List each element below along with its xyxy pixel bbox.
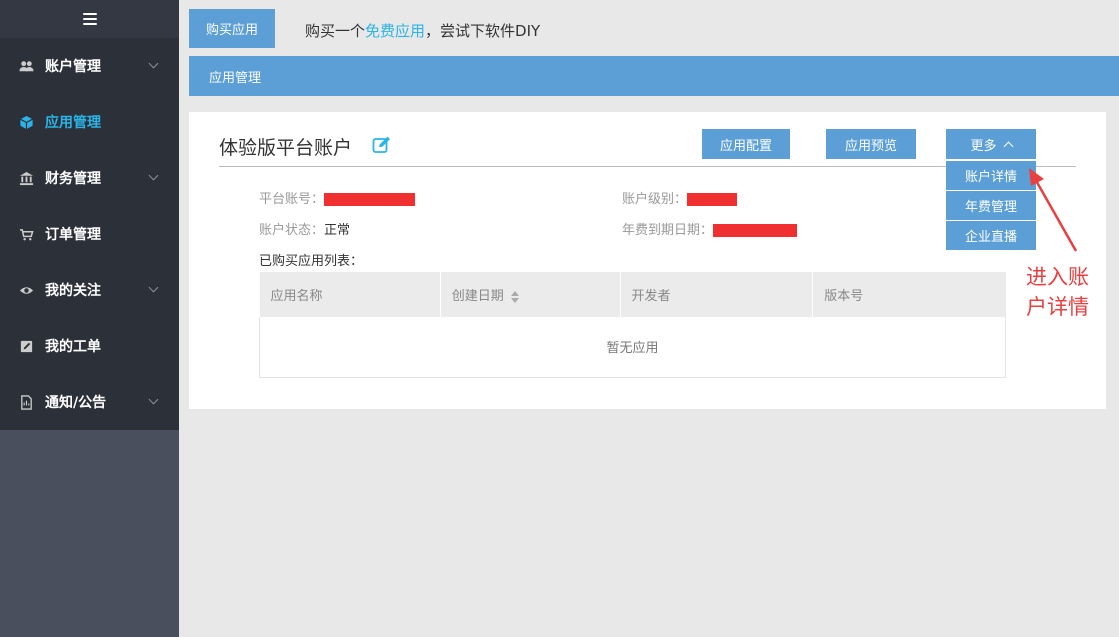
apps-table: 应用名称 创建日期 开发者 版本号 暂无应用 xyxy=(259,272,1006,378)
annotation-line-1: 进入账 xyxy=(1026,265,1089,289)
redaction-block xyxy=(713,224,798,237)
sidebar-toggle[interactable] xyxy=(0,0,179,38)
sidebar-item-label: 订单管理 xyxy=(45,227,101,243)
chevron-down-icon xyxy=(148,58,159,69)
account-status-label: 账户状态： xyxy=(259,223,325,238)
annotation-text: 进入账 户详情 xyxy=(1026,262,1106,322)
chevron-down-icon xyxy=(148,282,159,293)
promo-text: 购买一个免费应用，尝试下软件DIY xyxy=(305,20,540,41)
buy-app-button[interactable]: 购买应用 xyxy=(189,9,275,48)
redaction-block xyxy=(324,193,416,206)
sidebar-item-label: 应用管理 xyxy=(45,115,101,131)
cart-icon xyxy=(18,226,34,242)
account-number-field: 平台账号： xyxy=(259,188,416,207)
eye-icon xyxy=(18,282,34,298)
sidebar-item-label: 通知/公告 xyxy=(45,395,107,411)
chevron-up-icon xyxy=(1003,141,1013,151)
sidebar-item-follows[interactable]: 我的关注 xyxy=(0,262,179,318)
column-created-date-label: 创建日期 xyxy=(451,289,504,304)
edit-icon[interactable] xyxy=(372,135,392,155)
sidebar-item-label: 我的工单 xyxy=(45,339,101,355)
bank-icon xyxy=(18,170,34,186)
expiry-date-field: 年费到期日期： xyxy=(622,219,798,238)
column-created-date[interactable]: 创建日期 xyxy=(440,272,621,317)
promo-prefix: 购买一个 xyxy=(305,22,366,40)
sidebar: 账户管理 应用管理 财务管理 订单管理 我的关注 我的工单 通知/公告 xyxy=(0,0,179,637)
sort-icon[interactable] xyxy=(510,290,520,303)
table-row: 暂无应用 xyxy=(259,317,1006,378)
free-app-link[interactable]: 免费应用 xyxy=(365,22,425,40)
sidebar-item-label: 账户管理 xyxy=(45,59,101,75)
sidebar-item-apps[interactable]: 应用管理 xyxy=(0,94,179,150)
sidebar-item-notices[interactable]: 通知/公告 xyxy=(0,374,179,430)
account-status-field: 账户状态：正常 xyxy=(259,219,350,238)
promo-suffix: ，尝试下软件DIY xyxy=(425,22,541,40)
sidebar-item-finance[interactable]: 财务管理 xyxy=(0,150,179,206)
app-preview-button[interactable]: 应用预览 xyxy=(826,129,916,159)
sidebar-item-tickets[interactable]: 我的工单 xyxy=(0,318,179,374)
section-header: 应用管理 xyxy=(189,56,1119,96)
chevron-down-icon xyxy=(148,170,159,181)
empty-message: 暂无应用 xyxy=(259,317,1006,378)
sidebar-item-label: 我的关注 xyxy=(45,283,101,299)
sidebar-item-label: 财务管理 xyxy=(45,171,101,187)
account-card: 体验版平台账户 应用配置 应用预览 更多 账户详情 年费管理 企业直播 平台账号… xyxy=(189,112,1106,409)
account-number-label: 平台账号： xyxy=(259,192,325,207)
cube-icon xyxy=(18,114,34,130)
more-button-label: 更多 xyxy=(970,137,997,153)
sidebar-item-orders[interactable]: 订单管理 xyxy=(0,206,179,262)
column-developer: 开发者 xyxy=(620,272,814,317)
table-header-row: 应用名称 创建日期 开发者 版本号 xyxy=(259,272,1006,317)
purchased-apps-title: 已购买应用列表： xyxy=(259,254,364,269)
redaction-block xyxy=(687,193,738,206)
users-icon xyxy=(18,58,34,74)
card-title: 体验版平台账户 xyxy=(219,137,353,159)
edit-icon xyxy=(18,338,34,354)
section-title: 应用管理 xyxy=(209,70,262,86)
annotation-line-2: 户详情 xyxy=(1026,295,1089,319)
account-status-value: 正常 xyxy=(324,223,351,238)
account-level-field: 账户级别： xyxy=(622,188,738,207)
annotation-arrow-icon xyxy=(1029,168,1078,252)
sidebar-menu: 账户管理 应用管理 财务管理 订单管理 我的关注 我的工单 通知/公告 xyxy=(0,38,179,430)
account-level-label: 账户级别： xyxy=(622,192,688,207)
column-app-name: 应用名称 xyxy=(259,272,441,317)
column-version: 版本号 xyxy=(812,272,1006,317)
chevron-down-icon xyxy=(148,394,159,405)
app-config-button[interactable]: 应用配置 xyxy=(702,129,790,159)
document-icon xyxy=(18,394,34,410)
expiry-date-label: 年费到期日期： xyxy=(622,223,714,238)
hamburger-icon[interactable] xyxy=(82,13,97,25)
more-button[interactable]: 更多 xyxy=(946,129,1036,159)
sidebar-item-account[interactable]: 账户管理 xyxy=(0,38,179,94)
